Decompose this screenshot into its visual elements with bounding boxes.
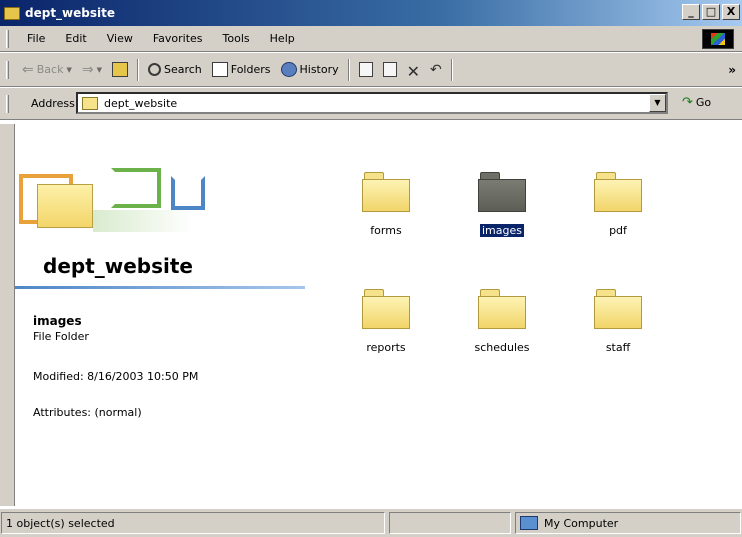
folder-icon	[478, 289, 526, 329]
folder-icon	[362, 289, 410, 329]
back-button[interactable]: ⇐ Back ▼	[17, 58, 77, 82]
menu-help[interactable]: Help	[260, 32, 305, 45]
folder-item-forms[interactable]: forms	[341, 172, 431, 237]
folder-item-label: reports	[366, 341, 406, 354]
toolbar-grip[interactable]	[6, 29, 9, 48]
status-pane-empty	[389, 512, 511, 534]
chevron-down-icon: ▼	[96, 65, 102, 74]
status-zone: My Computer	[515, 512, 741, 534]
menu-edit[interactable]: Edit	[55, 32, 96, 45]
window-frame-left	[0, 124, 15, 506]
folder-up-icon	[111, 62, 128, 77]
toolbar-separator	[136, 58, 139, 81]
status-selection: 1 object(s) selected	[1, 512, 385, 534]
folders-button[interactable]: Folders	[207, 58, 276, 82]
folder-view[interactable]: dept_website images File Folder Modified…	[15, 124, 740, 506]
folder-item-label: staff	[605, 341, 631, 354]
address-dropdown-button[interactable]: ▼	[649, 94, 666, 112]
go-button-label: Go	[695, 96, 712, 109]
folder-icon	[594, 289, 642, 329]
my-computer-icon	[520, 516, 538, 530]
menu-tools[interactable]: Tools	[213, 32, 260, 45]
history-icon	[280, 62, 297, 77]
folder-item-label: forms	[370, 224, 402, 237]
address-value: dept_website	[104, 96, 178, 110]
web-view-panel: dept_website images File Folder Modified…	[15, 124, 330, 506]
undo-button[interactable]: ↶	[425, 58, 447, 82]
selected-item-type: File Folder	[33, 330, 89, 343]
folder-item-label: schedules	[474, 341, 530, 354]
back-arrow-icon: ⇐	[22, 61, 34, 78]
windows-logo-icon	[702, 29, 734, 49]
forward-arrow-icon: ⇒	[81, 61, 94, 78]
selected-item-modified: Modified: 8/16/2003 10:50 PM	[33, 370, 199, 383]
history-button-label: History	[299, 63, 339, 76]
maximize-button[interactable]: □	[702, 4, 720, 20]
move-to-button[interactable]	[354, 58, 378, 82]
menu-file[interactable]: File	[17, 32, 55, 45]
folder-icon	[362, 172, 410, 212]
menu-bar: File Edit View Favorites Tools Help	[0, 26, 742, 52]
toolbar-separator	[347, 58, 350, 81]
minimize-button[interactable]: _	[682, 4, 700, 20]
folder-icon	[82, 96, 98, 110]
folder-icon	[478, 172, 526, 212]
folder-item-label: pdf	[609, 224, 627, 237]
toolbar-overflow-button[interactable]: »	[728, 63, 736, 77]
selected-item-attributes: Attributes: (normal)	[33, 406, 142, 419]
window-controls: _ □ X	[682, 4, 740, 20]
toolbar-separator	[450, 58, 453, 81]
folder-icon	[4, 6, 20, 20]
folder-item-reports[interactable]: reports	[341, 289, 431, 354]
folder-banner-graphic	[15, 124, 225, 254]
close-button[interactable]: X	[722, 4, 740, 20]
copy-to-button[interactable]	[378, 58, 402, 82]
address-input[interactable]: dept_website ▼	[76, 92, 668, 114]
copy-to-icon	[382, 62, 397, 77]
folder-item-label: images	[479, 223, 525, 238]
search-button-label: Search	[163, 63, 202, 76]
chevron-down-icon: ▼	[66, 65, 72, 74]
folder-icon	[37, 184, 93, 228]
menu-favorites[interactable]: Favorites	[143, 32, 213, 45]
delete-button[interactable]: ✕	[402, 58, 425, 82]
standard-toolbar: ⇐ Back ▼ ⇒ ▼ Search Folders History ✕ ↶ …	[0, 53, 742, 87]
toolbar-grip[interactable]	[6, 94, 9, 113]
panel-divider	[15, 286, 305, 289]
address-bar: Address dept_website ▼ ↷ Go	[0, 88, 742, 120]
toolbar-grip[interactable]	[6, 60, 9, 79]
folder-item-pdf[interactable]: pdf	[573, 172, 663, 237]
undo-icon: ↶	[430, 62, 442, 78]
folders-button-label: Folders	[230, 63, 271, 76]
delete-icon: ✕	[406, 62, 421, 81]
title-bar[interactable]: dept_website _ □ X	[0, 0, 742, 26]
back-button-label: Back	[36, 63, 64, 76]
go-button[interactable]: ↷ Go	[682, 95, 711, 110]
move-to-icon	[358, 62, 373, 77]
status-bar: 1 object(s) selected My Computer	[0, 508, 742, 537]
panel-folder-title: dept_website	[43, 254, 193, 278]
address-label: Address	[31, 97, 75, 110]
window-title: dept_website	[25, 6, 115, 20]
folders-icon	[211, 62, 228, 77]
folder-item-images[interactable]: images	[457, 172, 547, 238]
forward-button[interactable]: ⇒ ▼	[77, 58, 107, 82]
history-button[interactable]: History	[276, 58, 344, 82]
folder-icon	[594, 172, 642, 212]
search-icon	[147, 63, 161, 76]
selected-item-name: images	[33, 314, 82, 328]
folder-item-staff[interactable]: staff	[573, 289, 663, 354]
up-button[interactable]	[107, 58, 133, 82]
go-arrow-icon: ↷	[682, 95, 693, 110]
status-zone-text: My Computer	[544, 516, 619, 530]
status-selection-text: 1 object(s) selected	[6, 516, 115, 530]
menu-view[interactable]: View	[97, 32, 143, 45]
search-button[interactable]: Search	[143, 58, 207, 82]
folder-item-schedules[interactable]: schedules	[457, 289, 547, 354]
